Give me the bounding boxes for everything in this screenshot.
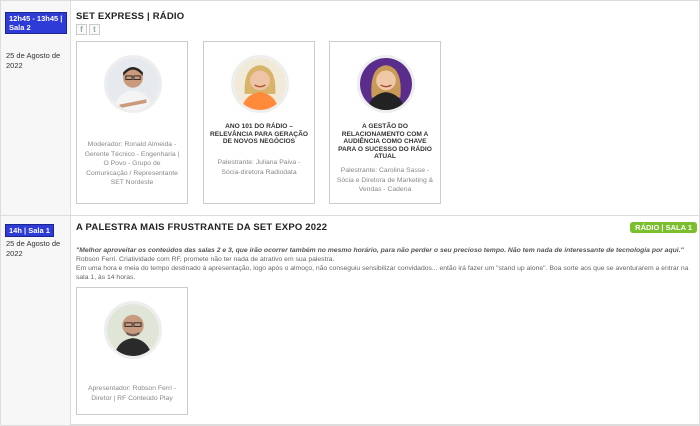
- time-badge: 12h45 - 13h45 | Sala 2: [5, 12, 67, 34]
- schedule-page: 12h45 - 13h45 | Sala 2 25 de Agosto de 2…: [0, 0, 700, 426]
- session-row: 14h | Sala 1 25 de Agosto de 2022 A PALE…: [1, 216, 700, 426]
- avatar: [231, 55, 289, 113]
- avatar: [357, 55, 415, 113]
- twitter-icon[interactable]: t: [89, 24, 100, 35]
- time-badge: 14h | Sala 1: [5, 224, 54, 237]
- speaker-card[interactable]: ANO 101 DO RÁDIO – RELEVÂNCIA PARA GERAÇ…: [203, 41, 315, 204]
- session-title: SET EXPRESS | RÁDIO: [76, 11, 185, 22]
- session-description: "Melhor aproveitar os conteúdos das sala…: [76, 246, 698, 282]
- social-share: f t: [76, 24, 100, 35]
- time-column: 14h | Sala 1 25 de Agosto de 2022: [1, 216, 71, 425]
- category-tag[interactable]: RÁDIO | SALA 1: [630, 222, 697, 233]
- speaker-card[interactable]: Moderador: Ronald Almeida - Gerente Técn…: [76, 41, 188, 204]
- speaker-card[interactable]: A GESTÃO DO RELACIONAMENTO COM A AUDIÊNC…: [329, 41, 441, 204]
- talk-title: A GESTÃO DO RELACIONAMENTO COM A AUDIÊNC…: [338, 123, 432, 160]
- speaker-desc: Palestrante: Juliana Paiva - Sócia-diret…: [217, 159, 301, 176]
- session-text: Em uma hora e meia do tempo destinado à …: [76, 265, 689, 281]
- facebook-icon[interactable]: f: [76, 24, 87, 35]
- session-date: 25 de Agosto de 2022: [6, 239, 61, 258]
- talk-title: ANO 101 DO RÁDIO – RELEVÂNCIA PARA GERAÇ…: [210, 123, 308, 145]
- session-row: 12h45 - 13h45 | Sala 2 25 de Agosto de 2…: [1, 1, 700, 216]
- session-quote: "Melhor aproveitar os conteúdos das sala…: [76, 247, 684, 254]
- speaker-desc: Apresentador: Robson Ferri - Diretor | R…: [87, 385, 177, 402]
- speaker-desc: Moderador: Ronald Almeida - Gerente Técn…: [84, 141, 180, 186]
- speaker-card[interactable]: Apresentador: Robson Ferri - Diretor | R…: [76, 287, 188, 415]
- time-column: 12h45 - 13h45 | Sala 2 25 de Agosto de 2…: [1, 1, 71, 215]
- avatar: [104, 55, 162, 113]
- session-text: Robson Ferri. Criatividade com RF, prome…: [76, 256, 335, 263]
- speaker-desc: Palestrante: Carolina Sasse - Sócia e Di…: [336, 167, 434, 193]
- session-title: A PALESTRA MAIS FRUSTRANTE DA SET EXPO 2…: [76, 222, 328, 233]
- session-date: 25 de Agosto de 2022: [6, 51, 61, 70]
- avatar: [104, 301, 162, 359]
